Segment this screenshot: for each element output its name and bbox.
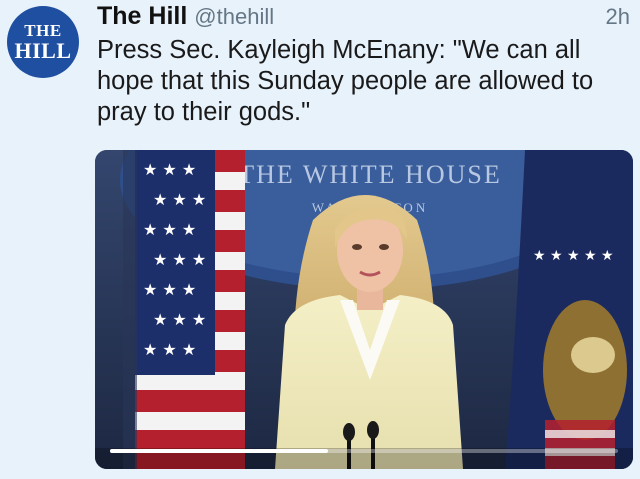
video-frame: THE WHITE HOUSE WASHINGTON ★ ★ ★ ★ ★ ★ ★… [95, 150, 633, 469]
avatar-text-line2: HILL [14, 38, 72, 63]
account-avatar[interactable]: THE HILL [7, 6, 79, 78]
svg-text:★ ★ ★ ★ ★: ★ ★ ★ ★ ★ [533, 248, 614, 264]
tweet-text: Press Sec. Kayleigh McEnany: "We can all… [97, 36, 594, 126]
display-name[interactable]: The Hill [97, 2, 187, 31]
svg-text:★ ★ ★: ★ ★ ★ [143, 280, 196, 299]
tweet-header: The Hill @thehill 2h [97, 2, 630, 34]
video-player[interactable]: THE WHITE HOUSE WASHINGTON ★ ★ ★ ★ ★ ★ ★… [95, 150, 633, 469]
video-progress-bar[interactable] [110, 449, 618, 453]
video-progress-fill [110, 449, 329, 453]
svg-text:★ ★ ★: ★ ★ ★ [143, 220, 196, 239]
svg-text:★ ★ ★: ★ ★ ★ [153, 190, 206, 209]
tweet-timestamp[interactable]: 2h [606, 4, 630, 30]
avatar-text-line1: THE [24, 21, 62, 40]
presidential-flag: ★ ★ ★ ★ ★ [505, 150, 633, 469]
svg-text:★ ★ ★: ★ ★ ★ [143, 340, 196, 359]
account-handle[interactable]: @thehill [194, 4, 274, 30]
svg-text:★ ★ ★: ★ ★ ★ [143, 160, 196, 179]
svg-text:★ ★ ★: ★ ★ ★ [153, 250, 206, 269]
backdrop-title: THE WHITE HOUSE [238, 160, 501, 189]
svg-text:★ ★ ★: ★ ★ ★ [153, 310, 206, 329]
us-flag: ★ ★ ★ ★ ★ ★ ★ ★ ★ ★ ★ ★ ★ ★ ★ ★ ★ ★ ★ ★ … [123, 150, 245, 469]
